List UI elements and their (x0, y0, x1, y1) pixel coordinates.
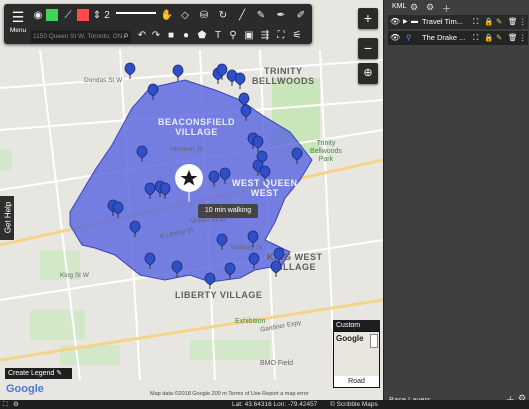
label-liberty-village: LIBERTY VILLAGE (175, 290, 263, 300)
zoom-out-button[interactable]: − (358, 38, 378, 59)
zoom-in-button[interactable]: + (358, 8, 378, 29)
route-icon[interactable]: ⇶ (258, 30, 272, 42)
focus-icon[interactable]: ⛶ (473, 15, 478, 29)
fill-bucket-icon[interactable]: ⛁ (197, 10, 211, 22)
marker-icon[interactable]: ⚲ (226, 30, 240, 42)
more-icon[interactable]: ⋮ (519, 15, 527, 29)
hamburger-icon: ☰ (11, 9, 25, 25)
street-label: Dundas St W (84, 77, 123, 84)
minimap-scroll[interactable] (370, 334, 378, 348)
gear-icon[interactable]: ⚙ (13, 400, 19, 409)
create-legend-button[interactable]: Create Legend ✎ (5, 368, 72, 379)
delete-icon[interactable]: 🗑 (508, 15, 518, 29)
minimap-google-label: Google (336, 334, 364, 343)
line-color-swatch[interactable] (77, 9, 89, 21)
gear-icon[interactable]: ⚙ (410, 2, 418, 13)
street-label: Humbert St (170, 146, 203, 153)
search-input[interactable]: 1150 Queen St W, Toronto, ON (31, 31, 131, 43)
layer-row[interactable]: 👁 ⚲ The Drake ... ⛶ 🔒 ✎ 🗑 ⋮ (388, 31, 528, 45)
park (30, 310, 85, 340)
label-trinity-bellwoods: TRINITY BELLWOODS (252, 66, 315, 86)
drawing-toolbar: ☰ Menu ◉ ⟋ ⇕ 2 ✋ ◇ ⛁ ↻ ╱ ✎ ✒ ✐ 1150 Quee… (4, 4, 312, 44)
label-bmo-field: BMO Field (260, 360, 294, 367)
line-tool-icon[interactable]: ╱ (235, 10, 249, 22)
pencil-icon: ✎ (56, 370, 63, 377)
coordinates-readout: Lat: 43.64316 Lon: -79.42457 (232, 401, 318, 408)
label-west-queen-west: WEST QUEEN WEST (232, 178, 298, 198)
street-label: King St W (60, 272, 89, 279)
image-icon[interactable]: ▣ (242, 30, 256, 42)
line-width-slider[interactable] (116, 12, 156, 14)
edit-icon[interactable]: ✎ (496, 15, 502, 29)
eye-icon[interactable]: 👁 (390, 31, 400, 45)
expand-icon[interactable]: ▶ (403, 15, 408, 29)
lock-icon[interactable]: 🔒 (484, 31, 493, 45)
street-label: Queen St W (190, 217, 226, 224)
size-stepper[interactable]: ⇕ (92, 10, 102, 22)
pen-icon[interactable]: ✒ (274, 10, 288, 22)
eyedropper-icon[interactable]: ⚟ (290, 30, 304, 42)
settings-icon[interactable]: ⚙ (426, 2, 434, 13)
lasso-icon[interactable]: ↻ (216, 10, 230, 22)
menu-button[interactable]: ☰ Menu (7, 7, 29, 41)
status-bar: ⛶ ⚙ Lat: 43.64316 Lon: -79.42457 © Scrib… (0, 400, 529, 409)
text-tool-icon[interactable]: ✐ (294, 10, 308, 22)
label-beaconsfield: BEACONSFIELD VILLAGE (158, 117, 236, 137)
focus-icon[interactable]: ⛶ (473, 31, 478, 45)
locate-icon[interactable]: ⊕ (358, 63, 378, 84)
more-icon[interactable]: ⋮ (519, 31, 527, 45)
label-king-west: KING WEST VILLAGE (267, 252, 323, 272)
pin-icon: ⚲ (406, 33, 412, 42)
map-credits: Map data ©2018 Google 200 m Terms of Use… (150, 391, 309, 397)
get-help-tab[interactable]: Get Help (0, 196, 14, 240)
eye-icon[interactable]: 👁 (390, 15, 400, 29)
circle-tool-icon[interactable]: ● (179, 30, 193, 42)
color-wheel-icon[interactable]: ◉ (31, 10, 45, 22)
road-label: Road (334, 376, 379, 387)
layer-row[interactable]: 👁 ▶ ▬ Travel Tim... ⛶ 🔒 ✎ 🗑 ⋮ (388, 15, 528, 29)
measure-icon[interactable]: ⛶ (274, 30, 288, 42)
pencil-icon[interactable]: ✎ (254, 10, 268, 22)
edit-icon[interactable]: ✎ (496, 31, 502, 45)
create-legend-label: Create Legend (8, 370, 55, 377)
fullscreen-icon[interactable]: ⛶ (3, 400, 8, 409)
redo-icon[interactable]: ↷ (149, 30, 163, 42)
custom-map-button[interactable]: Custom (333, 320, 380, 331)
polygon-tool-icon[interactable]: ⬟ (195, 30, 209, 42)
street-label: Sudbury St (230, 244, 263, 251)
search-icon[interactable]: ⌕ (119, 30, 133, 42)
google-logo: Google (6, 383, 44, 395)
rectangle-tool-icon[interactable]: ■ (164, 30, 178, 42)
line-style-icon[interactable]: ⟋ (61, 10, 75, 22)
folder-icon: ▬ (411, 18, 418, 25)
map-canvas[interactable]: TRINITY BELLWOODS BEACONSFIELD VILLAGE W… (0, 0, 383, 409)
label-exhibition: Exhibition (235, 318, 266, 325)
travel-tooltip: 10 min walking (198, 204, 258, 218)
fill-color-swatch[interactable] (46, 9, 58, 21)
layer-name: The Drake ... (422, 33, 466, 42)
add-layer-icon[interactable]: ＋ (442, 2, 451, 15)
map-type-thumbnail[interactable]: Google Road (333, 331, 380, 388)
size-value[interactable]: 2 (102, 10, 112, 22)
lock-icon[interactable]: 🔒 (484, 15, 493, 29)
get-help-label: Get Help (3, 201, 13, 234)
hand-icon[interactable]: ✋ (160, 10, 174, 22)
menu-label: Menu (9, 27, 27, 34)
park (190, 340, 270, 360)
delete-icon[interactable]: 🗑 (508, 31, 518, 45)
undo-icon[interactable]: ↶ (135, 30, 149, 42)
kml-icon[interactable]: KML (392, 3, 406, 10)
custom-label: Custom (336, 322, 361, 329)
layers-panel: KML ⚙ ⚙ ＋ 👁 ▶ ▬ Travel Tim... ⛶ 🔒 ✎ 🗑 ⋮ … (383, 0, 529, 409)
eraser-icon[interactable]: ◇ (178, 10, 192, 22)
map-base (0, 49, 383, 381)
park (0, 150, 12, 170)
text-icon[interactable]: T (211, 30, 225, 42)
layer-name: Travel Tim... (422, 17, 463, 26)
label-trinity-park: Trinity Bellwoods Park (310, 140, 342, 163)
brand-label: © Scribble Maps (330, 401, 378, 408)
